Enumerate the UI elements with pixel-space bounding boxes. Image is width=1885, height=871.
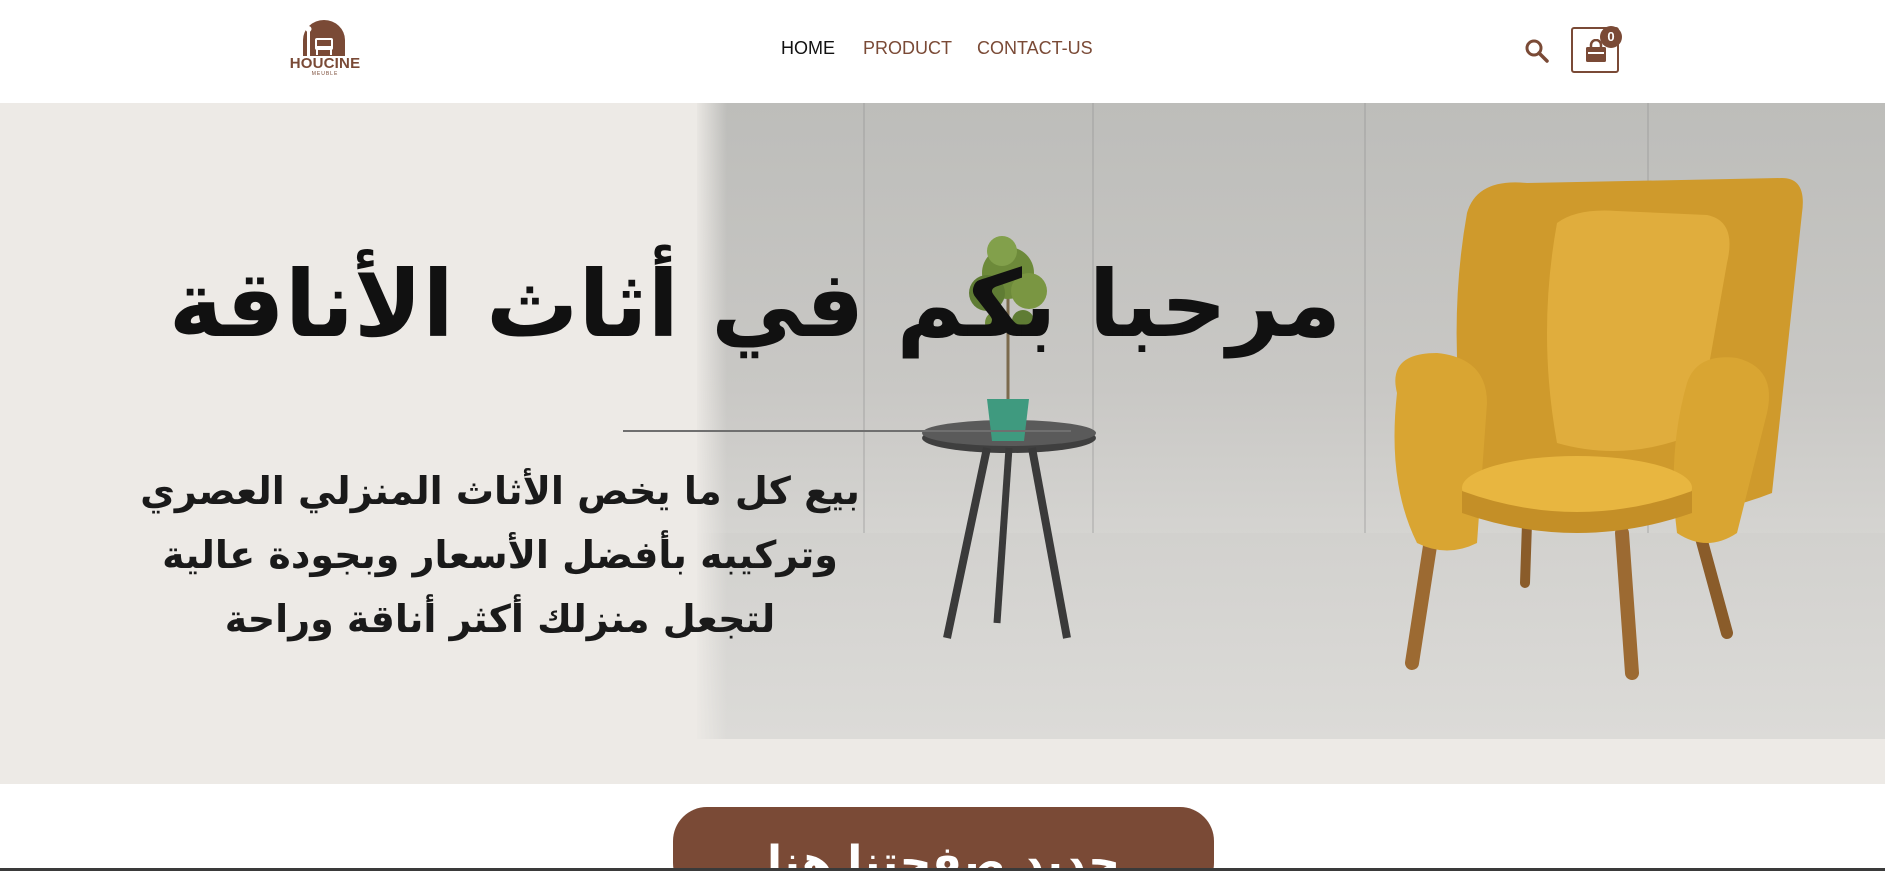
- hero-description-line-3: لتجعل منزلك أكثر أناقة وراحة: [224, 597, 776, 641]
- nav-home[interactable]: HOME: [781, 38, 863, 59]
- new-page-cta-button[interactable]: جديد صفحتنا هنا: [673, 807, 1214, 871]
- hero-divider: [623, 430, 1071, 432]
- search-button[interactable]: [1524, 38, 1550, 64]
- site-header: HOUCINE MEUBLE HOME PRODUCT CONTACT-US 0: [0, 0, 1885, 103]
- hero-description-line-2: وتركيبه بأفضل الأسعار وبجودة عالية: [162, 533, 838, 577]
- search-icon: [1525, 39, 1549, 63]
- logo-text: HOUCINE: [289, 55, 361, 72]
- hero-description-line-1: بيع كل ما يخص الأثاث المنزلي العصري: [140, 469, 860, 513]
- brand-logo[interactable]: HOUCINE MEUBLE: [288, 18, 362, 78]
- cart-count-badge: 0: [1600, 26, 1622, 48]
- logo-subtext: MEUBLE: [311, 71, 339, 77]
- nav-product[interactable]: PRODUCT: [863, 38, 977, 59]
- hero-section: مرحبا بكم في أثاث الأناقة بيع كل ما يخص …: [0, 103, 1885, 784]
- cta-label: جديد صفحتنا هنا: [766, 837, 1121, 871]
- hero-title: مرحبا بكم في أثاث الأناقة: [168, 251, 1342, 358]
- logo-arch-chair-icon: [303, 20, 345, 56]
- main-nav: HOME PRODUCT CONTACT-US: [781, 38, 1107, 59]
- hero-description: بيع كل ما يخص الأثاث المنزلي العصري وترك…: [100, 459, 900, 651]
- nav-contact-us[interactable]: CONTACT-US: [977, 38, 1107, 59]
